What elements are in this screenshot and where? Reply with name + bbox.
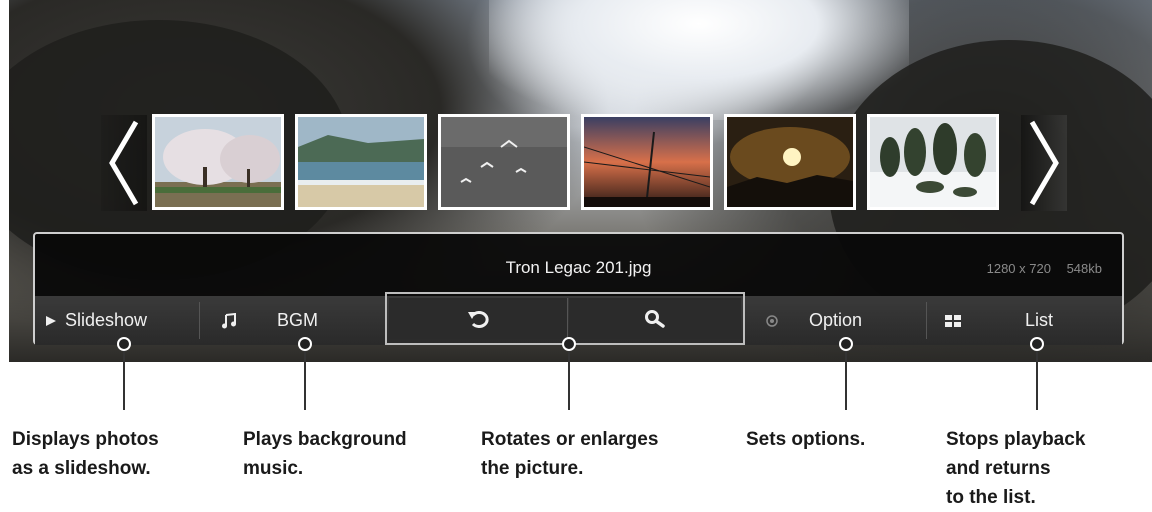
callout-rotate-zoom: Rotates or enlarges the picture. (481, 429, 659, 479)
list-button[interactable]: List (935, 296, 1115, 345)
thumbnail[interactable] (724, 114, 856, 210)
previous-arrow[interactable] (101, 115, 147, 211)
photo-viewer-screen: Tron Legac 201.jpg 1280 x 720 548kb Slid… (9, 0, 1152, 362)
button-bar: Slideshow BGM Option List (35, 292, 1122, 345)
callout-option: Sets options. (746, 429, 866, 450)
option-label: Option (809, 310, 863, 330)
divider (199, 302, 200, 339)
grid-icon (945, 314, 961, 327)
next-arrow[interactable] (1021, 115, 1067, 211)
thumbnail[interactable] (152, 114, 284, 210)
callout-dot (839, 337, 853, 351)
thumbnail-image (870, 117, 996, 207)
callout-line (123, 345, 125, 410)
music-note-icon (222, 312, 236, 328)
callout-line (568, 345, 570, 410)
callout-line (845, 345, 847, 410)
slideshow-label: Slideshow (65, 310, 148, 330)
thumbnail[interactable] (867, 114, 999, 210)
thumbnail-image (727, 117, 853, 207)
thumbnail-image (584, 117, 710, 207)
gear-icon (766, 314, 778, 327)
callout-line (1036, 345, 1038, 410)
bgm-label: BGM (277, 310, 319, 330)
file-name: Tron Legac 201.jpg (505, 258, 652, 277)
divider (926, 302, 927, 339)
file-info: 1280 x 720 548kb (987, 261, 1102, 276)
callout-list: Stops playback and returns to the list. (946, 429, 1086, 508)
play-icon (46, 315, 56, 326)
chevron-right-icon (1029, 120, 1059, 206)
rotate-button[interactable] (389, 298, 567, 339)
background-sky (489, 0, 909, 120)
callout-line (304, 345, 306, 410)
zoom-button[interactable] (569, 298, 741, 339)
bgm-button[interactable]: BGM (221, 296, 371, 345)
chevron-left-icon (109, 120, 139, 206)
control-panel: Tron Legac 201.jpg 1280 x 720 548kb Slid… (33, 232, 1124, 345)
callout-bgm: Plays background music. (243, 429, 407, 479)
thumbnail[interactable] (438, 114, 570, 210)
callout-dot (117, 337, 131, 351)
thumbnail-image (441, 117, 567, 207)
callout-dot (562, 337, 576, 351)
list-label: List (1025, 310, 1054, 330)
magnifier-icon (645, 309, 665, 328)
callout-slideshow: Displays photos as a slideshow. (12, 429, 159, 479)
thumbnail-image (298, 117, 424, 207)
thumbnail[interactable] (295, 114, 427, 210)
thumbnail-image (155, 117, 281, 207)
callout-dot (298, 337, 312, 351)
file-resolution: 1280 x 720 (986, 261, 1051, 276)
rotate-icon (468, 310, 489, 328)
thumbnail[interactable] (581, 114, 713, 210)
file-size: 548kb (1066, 261, 1102, 276)
callout-dot (1030, 337, 1044, 351)
divider (567, 298, 568, 339)
